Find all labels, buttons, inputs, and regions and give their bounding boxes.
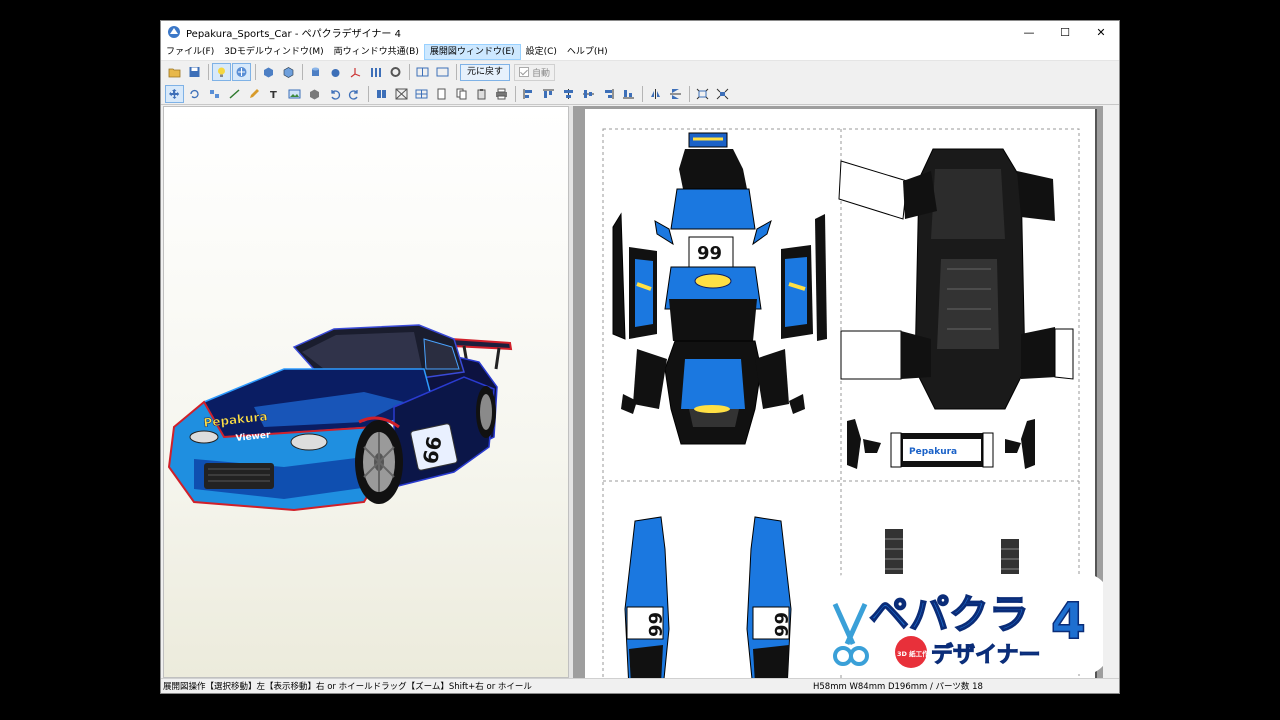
vertical-scrollbar[interactable]	[1103, 106, 1119, 678]
open-folder-button[interactable]	[165, 63, 184, 81]
toolbar-separator	[456, 64, 457, 80]
close-button[interactable]: ✕	[1083, 21, 1119, 43]
logo-version: 4	[1051, 592, 1086, 650]
box-icon[interactable]	[305, 85, 324, 103]
align-middle-icon[interactable]	[579, 85, 598, 103]
align-top-icon[interactable]	[539, 85, 558, 103]
redo-icon[interactable]	[345, 85, 364, 103]
menu-help[interactable]: ヘルプ(H)	[562, 44, 613, 60]
copy-icon[interactable]	[452, 85, 471, 103]
menu-bar: ファイル(F) 3Dモデルウィンドウ(M) 両ウィンドウ共通(B) 展開図ウィン…	[161, 43, 1119, 61]
save-button[interactable]	[185, 63, 204, 81]
edit-toolbar: T	[161, 83, 1119, 105]
text-tool-icon[interactable]: T	[265, 85, 284, 103]
bars-icon[interactable]	[366, 63, 385, 81]
align-right-icon[interactable]	[599, 85, 618, 103]
flip-horizontal-icon[interactable]	[646, 85, 665, 103]
pencil-icon[interactable]	[245, 85, 264, 103]
cube-view-icon[interactable]	[259, 63, 278, 81]
menu-file[interactable]: ファイル(F)	[161, 44, 219, 60]
unfold-icon[interactable]	[392, 85, 411, 103]
svg-text:T: T	[270, 90, 277, 100]
toolbar-separator	[208, 64, 209, 80]
fit-all-icon[interactable]	[713, 85, 732, 103]
image-tool-icon[interactable]	[285, 85, 304, 103]
menu-3d-model-window[interactable]: 3Dモデルウィンドウ(M)	[219, 44, 328, 60]
align-center-icon[interactable]	[559, 85, 578, 103]
toolbar-separator	[368, 85, 369, 102]
menu-settings[interactable]: 設定(C)	[521, 44, 562, 60]
app-window: Pepakura_Sports_Car - ペパクラデザイナー 4 — ☐ ✕ …	[160, 20, 1120, 694]
print-icon[interactable]	[492, 85, 511, 103]
clipboard-icon[interactable]	[472, 85, 491, 103]
toolbar-separator	[302, 64, 303, 80]
menu-unfold-window[interactable]: 展開図ウィンドウ(E)	[423, 43, 521, 60]
auto-checkbox-label: 自動	[532, 68, 551, 79]
flip-vertical-icon[interactable]	[666, 85, 685, 103]
toolbar-separator	[689, 85, 690, 102]
rotate-icon[interactable]	[185, 85, 204, 103]
checkbox-icon	[519, 67, 530, 77]
app-logo-icon	[167, 25, 181, 39]
sticker-label: Pepakura	[909, 447, 957, 457]
split-view-icon[interactable]	[413, 63, 432, 81]
cylinder-icon[interactable]	[306, 63, 325, 81]
align-bottom-icon[interactable]	[619, 85, 638, 103]
fender-number-right: 66	[770, 612, 791, 637]
hood-number-label: 99	[697, 243, 722, 264]
toolbar-separator	[515, 85, 516, 102]
title-bar: Pepakura_Sports_Car - ペパクラデザイナー 4 — ☐ ✕	[161, 21, 1119, 43]
menu-both-windows[interactable]: 両ウィンドウ共通(B)	[329, 44, 424, 60]
car-number-label: 66	[418, 434, 446, 466]
status-dimensions: H58mm W84mm D196mm / パーツ数 18	[813, 682, 983, 692]
logo-title: ペパクラ	[869, 592, 1029, 638]
select-move-icon[interactable]	[165, 84, 184, 103]
gear-icon[interactable]	[386, 63, 405, 81]
logo-subtitle: デザイナー	[931, 642, 1041, 668]
fender-number-left: 66	[644, 612, 665, 637]
status-hint: 展開図操作【選択移動】左【表示移動】右 or ホイールドラッグ【ズーム】Shif…	[163, 682, 532, 692]
axis-icon[interactable]	[346, 63, 365, 81]
book-icon[interactable]	[372, 85, 391, 103]
main-toolbar: 元に戻す 自動	[161, 61, 1119, 83]
align-left-icon[interactable]	[519, 85, 538, 103]
lightbulb-icon[interactable]	[212, 63, 231, 81]
window-title: Pepakura_Sports_Car - ペパクラデザイナー 4	[186, 28, 401, 40]
sphere-icon[interactable]	[326, 63, 345, 81]
fit-page-icon[interactable]	[693, 85, 712, 103]
toolbar-separator	[642, 85, 643, 102]
car-model-render: 66 Pepakura Viewer	[167, 324, 513, 512]
pepakura-designer-logo: ペパクラ 4 3D 紙工作用 ソフト デザイナー	[825, 574, 1105, 674]
3d-model-view[interactable]: 66 Pepakura Viewer	[163, 106, 569, 678]
join-icon[interactable]	[205, 85, 224, 103]
cube-wire-icon[interactable]	[279, 63, 298, 81]
2d-layout-view[interactable]: 99 Pepakura 66 66 ペパクラ 4 3D 紙工作用 ソフト デザイ…	[573, 106, 1105, 678]
undo-icon[interactable]	[325, 85, 344, 103]
toolbar-separator	[255, 64, 256, 80]
line-tool-icon[interactable]	[225, 85, 244, 103]
single-view-icon[interactable]	[433, 63, 452, 81]
auto-checkbox[interactable]: 自動	[514, 63, 556, 81]
restore-button[interactable]: 元に戻す	[460, 63, 511, 81]
page-icon[interactable]	[432, 85, 451, 103]
toolbar-separator	[409, 64, 410, 80]
grid-icon[interactable]	[412, 85, 431, 103]
status-bar: 展開図操作【選択移動】左【表示移動】右 or ホイールドラッグ【ズーム】Shif…	[161, 678, 1119, 693]
maximize-button[interactable]: ☐	[1047, 21, 1083, 43]
texture-toggle-button[interactable]	[232, 63, 251, 81]
minimize-button[interactable]: —	[1011, 21, 1047, 43]
